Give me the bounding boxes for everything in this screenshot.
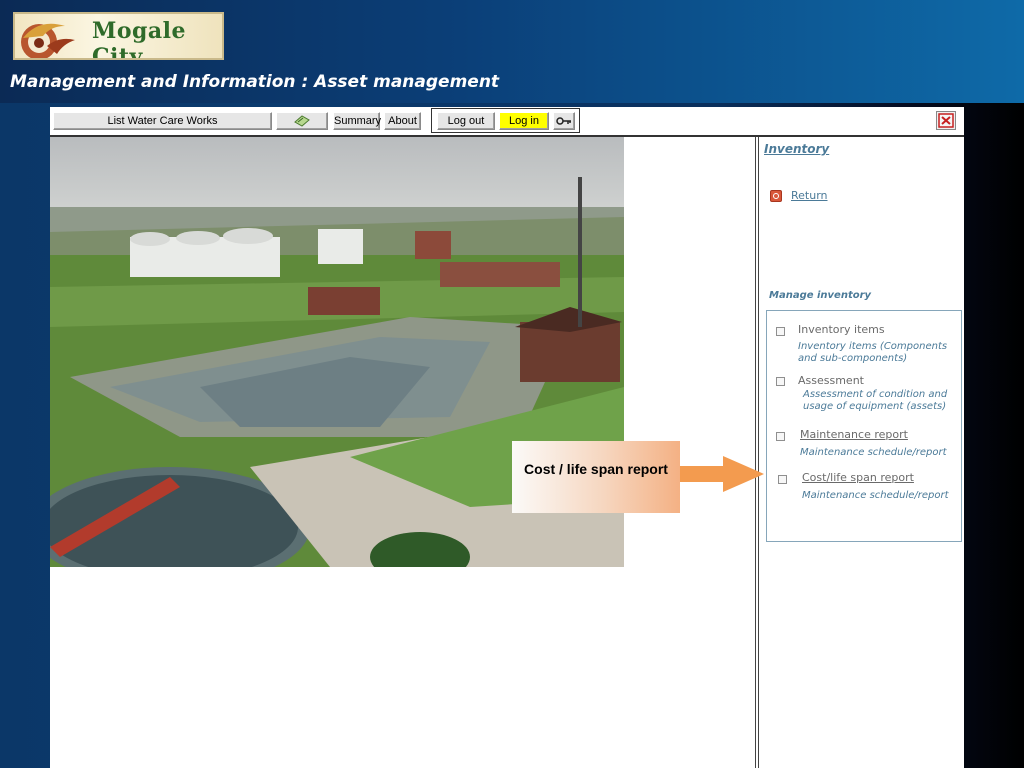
inventory-items-checkbox[interactable] bbox=[776, 327, 785, 336]
login-label: Log in bbox=[509, 115, 539, 127]
assessment-label: Assessment bbox=[798, 374, 864, 387]
maintenance-report-checkbox[interactable] bbox=[776, 432, 785, 441]
summary-label: Summary bbox=[334, 115, 382, 127]
summary-button[interactable]: Summary bbox=[333, 112, 382, 130]
key-button[interactable] bbox=[553, 112, 575, 130]
inventory-title[interactable]: Inventory bbox=[764, 142, 829, 156]
login-button[interactable]: Log in bbox=[499, 112, 549, 130]
inventory-items-label: Inventory items bbox=[798, 323, 885, 336]
about-label: About bbox=[388, 115, 417, 127]
map-button[interactable] bbox=[276, 112, 328, 130]
return-link[interactable]: Return bbox=[791, 189, 828, 202]
cost-life-span-report-link[interactable]: Cost/life span report bbox=[802, 471, 914, 484]
callout-box: Cost / life span report bbox=[512, 441, 680, 513]
list-water-care-works-button[interactable]: List Water Care Works bbox=[53, 112, 272, 130]
callout-arrow-icon bbox=[680, 456, 764, 492]
about-button[interactable]: About bbox=[384, 112, 421, 130]
auth-group: Log out Log in bbox=[431, 108, 580, 133]
key-icon bbox=[556, 117, 571, 125]
sidebar-divider-inner bbox=[758, 137, 759, 768]
cost-life-span-checkbox[interactable] bbox=[778, 475, 787, 484]
header-band: Mogale City Management and Information :… bbox=[0, 0, 1024, 103]
assessment-desc: Assessment of condition and usage of equ… bbox=[803, 389, 948, 412]
logo-emblem-icon bbox=[21, 23, 75, 58]
cost-life-span-desc: Maintenance schedule/report bbox=[802, 490, 949, 501]
close-icon bbox=[938, 113, 954, 128]
maintenance-report-desc: Maintenance schedule/report bbox=[800, 447, 947, 458]
mogale-city-logo: Mogale City bbox=[13, 12, 224, 60]
callout-text: Cost / life span report bbox=[524, 461, 668, 477]
toolbar: List Water Care Works Summary About Log … bbox=[50, 107, 964, 135]
logout-button[interactable]: Log out bbox=[437, 112, 495, 130]
logout-label: Log out bbox=[447, 115, 485, 127]
sidebar-divider bbox=[755, 137, 756, 768]
inventory-items-desc: Inventory items (Components and sub-comp… bbox=[798, 341, 948, 364]
maintenance-report-link[interactable]: Maintenance report bbox=[800, 428, 908, 441]
manage-inventory-box: Inventory items Inventory items (Compone… bbox=[766, 310, 962, 542]
list-water-care-works-label: List Water Care Works bbox=[107, 115, 218, 127]
manage-inventory-title: Manage inventory bbox=[769, 290, 872, 301]
assessment-checkbox[interactable] bbox=[776, 377, 785, 386]
logo-text: Mogale City bbox=[92, 18, 187, 60]
map-icon bbox=[294, 115, 310, 127]
page-subtitle: Management and Information : Asset manag… bbox=[10, 72, 500, 92]
close-button[interactable] bbox=[936, 111, 956, 130]
main-panel: List Water Care Works Summary About Log … bbox=[50, 107, 964, 768]
return-icon[interactable] bbox=[770, 190, 782, 202]
